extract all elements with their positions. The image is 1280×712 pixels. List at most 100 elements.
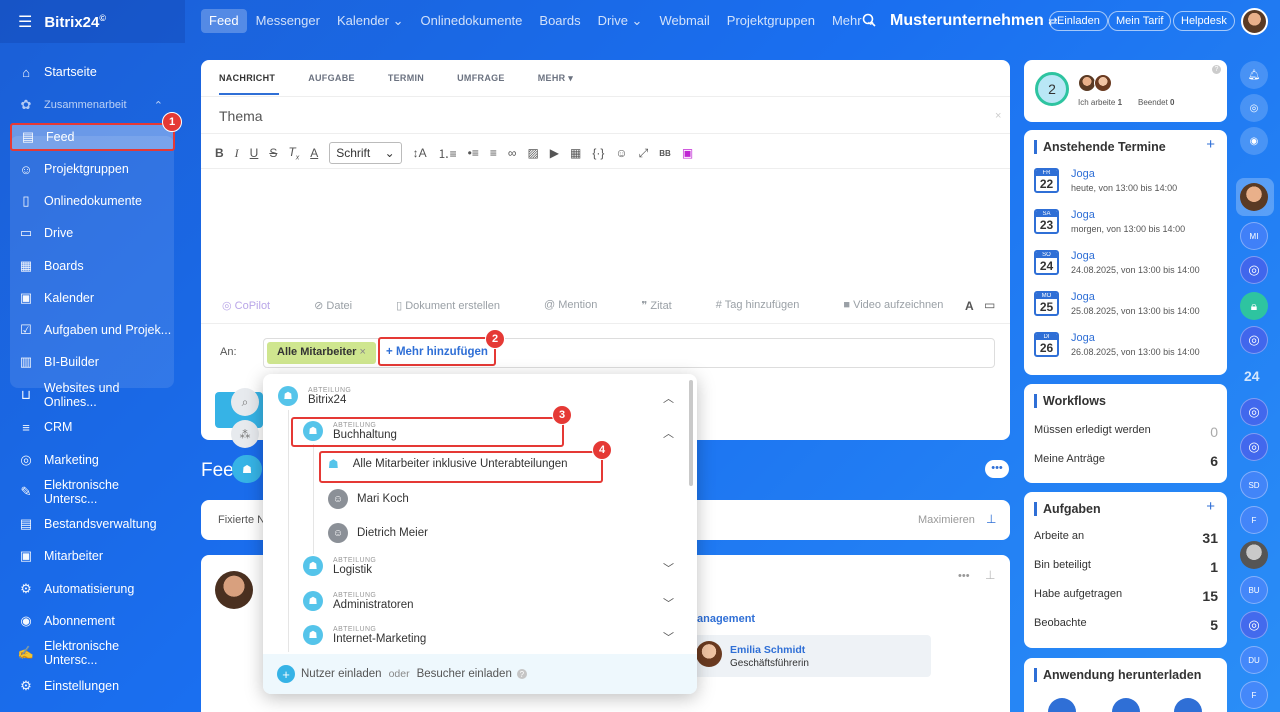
bullet-list-icon[interactable]: •≡ [468, 146, 479, 160]
event-item[interactable]: SA 23 Joga morgen, von 13:00 bis 14:00 [1034, 209, 1185, 234]
sidebar-item-inventory[interactable]: ▤ Bestandsverwaltung [10, 510, 175, 538]
scrollbar[interactable] [689, 380, 693, 486]
emoji-icon[interactable]: ☺ [615, 146, 627, 160]
sidebar-item-esign-2[interactable]: ✍ Elektronische Untersc... [10, 639, 175, 667]
bitrix24-rail-label[interactable]: 24 [1244, 368, 1260, 384]
text-format-icon[interactable]: A [965, 299, 974, 313]
rail-avatar-f2[interactable]: F [1240, 681, 1268, 709]
add-task-icon[interactable]: + [1206, 498, 1215, 515]
table-icon[interactable]: ▦ [570, 146, 581, 160]
author-avatar[interactable] [215, 571, 253, 609]
panel-icon[interactable]: ▭ [984, 298, 995, 312]
underline-icon[interactable]: U [250, 146, 259, 160]
post-group-link[interactable]: anagement [697, 613, 755, 625]
task-row[interactable]: Arbeite an 31 [1034, 530, 1218, 546]
event-item[interactable]: SO 24 Joga 24.08.2025, von 13:00 bis 14:00 [1034, 250, 1200, 275]
topnav-calendar[interactable]: Kalender ⌄ [329, 9, 412, 33]
recipient-chip-all[interactable]: Alle Mitarbeiter × [267, 342, 376, 364]
sidebar-item-calendar[interactable]: ▣ Kalender [10, 284, 175, 312]
user-dietrich-meier[interactable]: ☺ Dietrich Meier [328, 523, 428, 543]
align-icon[interactable]: ≡ [490, 146, 497, 160]
code-icon[interactable]: {·} [592, 146, 604, 160]
font-size-icon[interactable]: ↕A [413, 146, 427, 160]
event-item[interactable]: DI 26 Joga 26.08.2025, von 13:00 bis 14:00 [1034, 332, 1200, 357]
done-status[interactable]: Beendet 0 [1138, 98, 1175, 107]
sidebar-item-workgroups[interactable]: ☺ Projektgruppen [10, 155, 175, 183]
sidebar-item-drive[interactable]: ▭ Drive [10, 219, 175, 247]
tab-poll[interactable]: UMFRAGE [457, 73, 505, 84]
topnav-workgroups[interactable]: Projektgruppen [719, 9, 823, 33]
sidebar-item-websites[interactable]: ⊔ Websites und Onlines... [10, 381, 175, 409]
apple-icon[interactable] [1048, 698, 1076, 712]
event-item[interactable]: MO 25 Joga 25.08.2025, von 13:00 bis 14:00 [1034, 291, 1200, 316]
invite-guests-link[interactable]: Besucher einladen [417, 668, 512, 680]
copilot-chat-icon[interactable]: ◎ [1240, 398, 1268, 426]
font-select[interactable]: Schrift ⌄ [329, 142, 402, 164]
pin-icon[interactable]: ⊥ [986, 512, 996, 526]
brand-name[interactable]: Bitrix24© [44, 13, 106, 31]
rail-avatar-f[interactable]: F [1240, 506, 1268, 534]
chevron-up-icon[interactable]: ︿ [663, 425, 674, 441]
sidebar-item-bi-builder[interactable]: ▥ BI-Builder [10, 348, 175, 376]
text-color-icon[interactable]: A [310, 146, 318, 160]
copilot-image-icon[interactable]: ▣ [682, 146, 693, 160]
chevron-up-icon[interactable]: ︿ [663, 390, 674, 406]
topnav-webmail[interactable]: Webmail [651, 9, 717, 33]
file-button[interactable]: ⊘ Datei [314, 299, 374, 312]
sidebar-item-documents[interactable]: ▯ Onlinedokumente [10, 187, 175, 215]
topnav-documents[interactable]: Onlinedokumente [413, 9, 531, 33]
invite-users-link[interactable]: Nutzer einladen [301, 668, 382, 680]
menu-icon[interactable]: ☰ [18, 12, 32, 32]
task-row[interactable]: Habe aufgetragen 15 [1034, 588, 1218, 604]
subject-input[interactable]: Thema [219, 108, 263, 124]
helpdesk-button[interactable]: Helpdesk [1173, 11, 1235, 31]
task-row[interactable]: Beobachte 5 [1034, 617, 1218, 633]
invite-button[interactable]: Einladen [1049, 11, 1108, 31]
workflow-row[interactable]: Müssen erledigt werden 0 [1034, 424, 1218, 440]
bold-icon[interactable]: B [215, 146, 224, 160]
rail-avatar-photo[interactable] [1240, 541, 1268, 569]
maximize-link[interactable]: Maximieren [918, 514, 975, 526]
rail-avatar-bu[interactable]: BU [1240, 576, 1268, 604]
feed-search-icon[interactable]: ⌕ [231, 388, 259, 416]
user-avatar[interactable] [1241, 8, 1268, 35]
notifications-icon[interactable]: 🔔︎ [1240, 61, 1268, 89]
add-event-icon[interactable]: + [1206, 136, 1215, 153]
sidebar-item-employees[interactable]: ▣ Mitarbeiter [10, 542, 175, 570]
remove-chip-icon[interactable]: × [360, 346, 366, 358]
tab-event[interactable]: TERMIN [388, 73, 424, 84]
chevron-down-icon[interactable]: ﹀ [663, 560, 674, 576]
user-mari-koch[interactable]: ☺ Mari Koch [328, 489, 409, 509]
tag-button[interactable]: # Tag hinzufügen [716, 299, 822, 312]
topnav-drive[interactable]: Drive ⌄ [590, 9, 651, 33]
add-more-button[interactable]: + Mehr hinzufügen [378, 337, 496, 366]
search-icon[interactable] [862, 13, 876, 30]
copilot-chat-icon[interactable]: ◎ [1240, 326, 1268, 354]
sidebar-item-esign[interactable]: ✎ Elektronische Untersc... [10, 478, 175, 506]
sidebar-item-subscription[interactable]: ◉ Abonnement [10, 607, 175, 635]
copilot-button[interactable]: ◎ CoPilot [222, 299, 292, 312]
rail-avatar-mi[interactable]: MI [1240, 222, 1268, 250]
video-icon[interactable]: ▶ [550, 146, 559, 160]
linux-icon[interactable] [1174, 698, 1202, 712]
sidebar-group-collaboration[interactable]: ✿ Zusammenarbeit ⌃ [10, 91, 175, 119]
sidebar-item-marketing[interactable]: ◎ Marketing [10, 446, 175, 474]
chat-icon[interactable]: ◉ [1240, 127, 1268, 155]
sidebar-item-home[interactable]: ⌂ Startseite [10, 58, 175, 86]
image-icon[interactable]: ▨ [527, 146, 538, 160]
rail-avatar-du[interactable]: DU [1240, 646, 1268, 674]
help-icon[interactable]: ? [1212, 65, 1221, 74]
copilot-chat-icon[interactable]: ◎ [1240, 433, 1268, 461]
workflow-row[interactable]: Meine Anträge 6 [1034, 453, 1218, 469]
chevron-down-icon[interactable]: ﹀ [663, 595, 674, 611]
dept-bitrix24[interactable]: ☗ ABTEILUNG Bitrix24 [278, 386, 351, 406]
plan-button[interactable]: Mein Tarif [1108, 11, 1172, 31]
mention-button[interactable]: @ Mention [544, 299, 619, 312]
chevron-down-icon[interactable]: ﹀ [663, 629, 674, 645]
person-name[interactable]: Emilia Schmidt [730, 644, 805, 656]
clear-format-icon[interactable]: Tx [288, 145, 299, 161]
group-icon[interactable]: ☗ [232, 455, 262, 483]
dept-logistik[interactable]: ☗ ABTEILUNG Logistik [303, 556, 376, 576]
sidebar-item-crm[interactable]: ≡ CRM [10, 413, 175, 441]
windows-icon[interactable] [1112, 698, 1140, 712]
